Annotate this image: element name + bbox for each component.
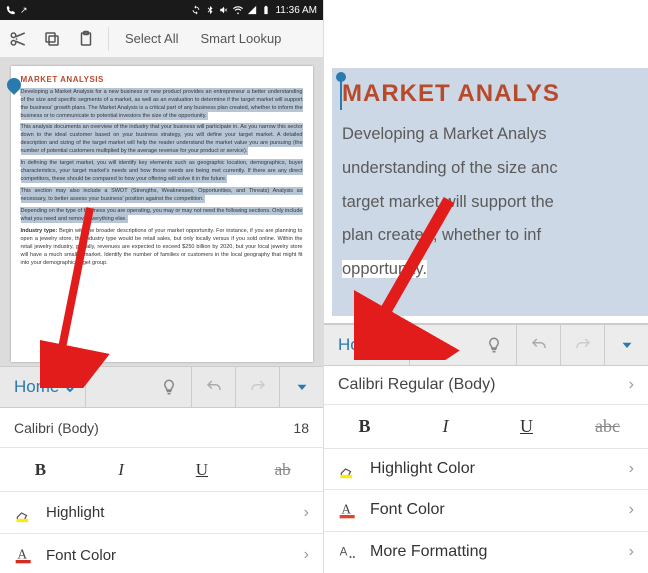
font-color-row[interactable]: A Font Color › xyxy=(0,534,323,573)
svg-text:A: A xyxy=(17,546,27,561)
tell-me-button[interactable] xyxy=(147,367,191,407)
font-color-icon: A xyxy=(338,500,358,520)
phone-icon xyxy=(6,5,16,15)
font-picker-row[interactable]: Calibri Regular (Body) › xyxy=(324,366,648,406)
ribbon-tab-label: Home xyxy=(338,335,383,355)
font-color-icon: A xyxy=(14,545,34,565)
wifi-icon xyxy=(233,5,243,15)
select-all-button[interactable]: Select All xyxy=(119,27,184,50)
doc-paragraph: This section may also include a SWOT (St… xyxy=(21,188,303,202)
doc-paragraph: In defining the target market, you will … xyxy=(21,160,303,182)
more-formatting-row[interactable]: A More Formatting › xyxy=(324,532,648,573)
sync-icon xyxy=(191,5,201,15)
battery-icon xyxy=(261,5,271,15)
highlight-row[interactable]: Highlight › xyxy=(0,492,323,534)
underline-button[interactable]: U xyxy=(486,416,567,437)
highlight-label: Highlight Color xyxy=(370,460,617,478)
svg-text:A: A xyxy=(340,546,348,559)
collapse-ribbon-button[interactable] xyxy=(279,367,323,407)
highlight-icon xyxy=(14,503,34,523)
context-toolbar: Select All Smart Lookup xyxy=(0,20,323,58)
document-page[interactable]: MARKET ANALYSIS Developing a Market Anal… xyxy=(11,66,313,362)
font-picker-row[interactable]: Calibri (Body) 18 xyxy=(0,408,323,448)
redo-icon xyxy=(574,336,592,354)
smart-lookup-button[interactable]: Smart Lookup xyxy=(194,27,287,50)
svg-text:A: A xyxy=(341,502,351,517)
font-name: Calibri (Body) xyxy=(14,420,99,436)
triangle-down-icon xyxy=(293,378,311,396)
undo-button[interactable] xyxy=(516,325,560,365)
undo-icon xyxy=(205,378,223,396)
ribbon-bar: Home xyxy=(0,366,323,408)
document-canvas[interactable]: MARKET ANALYSIS Developing a Market Anal… xyxy=(0,58,323,366)
chevron-right-icon: › xyxy=(304,546,309,564)
chevron-right-icon: › xyxy=(629,376,634,394)
italic-button[interactable]: I xyxy=(81,460,162,480)
lightbulb-icon xyxy=(485,336,503,354)
ribbon-tab-label: Home xyxy=(14,377,59,397)
mute-icon xyxy=(219,5,229,15)
collapse-ribbon-button[interactable] xyxy=(604,325,648,365)
paste-button[interactable] xyxy=(74,27,98,51)
more-formatting-icon: A xyxy=(338,542,358,562)
tell-me-button[interactable] xyxy=(472,325,516,365)
strikethrough-button[interactable]: ab xyxy=(242,460,323,480)
doc-paragraph: This analysis documents an overview of t… xyxy=(21,124,303,154)
highlight-icon xyxy=(338,459,358,479)
lightbulb-icon xyxy=(160,378,178,396)
clock-text: 11:36 AM xyxy=(275,5,317,16)
bluetooth-icon xyxy=(205,5,215,15)
doc-paragraph: Begin with the broader descriptions of y… xyxy=(21,228,303,266)
chevron-right-icon: › xyxy=(629,460,634,478)
font-color-label: Font Color xyxy=(370,501,617,519)
chevron-updown-icon xyxy=(65,377,75,398)
android-status-bar: ↗ 11:36 AM xyxy=(0,0,323,20)
font-color-label: Font Color xyxy=(46,547,292,564)
signal-icon xyxy=(247,5,257,15)
highlight-label: Highlight xyxy=(46,504,292,521)
highlight-row[interactable]: Highlight Color › xyxy=(324,449,648,491)
ribbon-tab-home[interactable]: Home xyxy=(0,367,86,407)
doc-paragraph: Depending on the type of business you ar… xyxy=(21,208,303,222)
doc-heading: MARKET ANALYSIS xyxy=(21,74,303,86)
redo-button[interactable] xyxy=(560,325,604,365)
undo-button[interactable] xyxy=(191,367,235,407)
chevron-right-icon: › xyxy=(304,504,309,522)
bold-button[interactable]: B xyxy=(0,460,81,480)
clipboard-icon xyxy=(77,30,95,48)
chevron-right-icon: › xyxy=(629,501,634,519)
scissors-icon xyxy=(9,30,27,48)
redo-button[interactable] xyxy=(235,367,279,407)
bold-button[interactable]: B xyxy=(324,416,405,437)
cut-button[interactable] xyxy=(6,27,30,51)
font-color-row[interactable]: A Font Color › xyxy=(324,490,648,532)
font-size: 18 xyxy=(293,420,309,436)
font-name: Calibri Regular (Body) xyxy=(338,376,495,394)
strikethrough-button[interactable]: abc xyxy=(567,416,648,437)
doc-heading: MARKET ANALYS xyxy=(342,80,560,108)
chevron-updown-icon xyxy=(389,334,399,355)
doc-paragraph: Developing a Market Analysis for a new b… xyxy=(21,89,303,119)
triangle-down-icon xyxy=(618,336,636,354)
underline-button[interactable]: U xyxy=(162,460,243,480)
doc-body: Developing a Market Analys understanding… xyxy=(342,118,648,287)
ribbon-tab-home[interactable]: Home xyxy=(324,325,410,365)
text-format-row: B I U ab xyxy=(0,448,323,492)
copy-icon xyxy=(43,30,61,48)
redo-icon xyxy=(249,378,267,396)
copy-button[interactable] xyxy=(40,27,64,51)
document-canvas-zoom[interactable]: MARKET ANALYS Developing a Market Analys… xyxy=(324,0,648,324)
italic-button[interactable]: I xyxy=(405,416,486,437)
more-formatting-label: More Formatting xyxy=(370,543,617,561)
undo-icon xyxy=(530,336,548,354)
text-format-row: B I U abc xyxy=(324,405,648,448)
ribbon-bar: Home xyxy=(324,324,648,366)
chevron-right-icon: › xyxy=(629,543,634,561)
